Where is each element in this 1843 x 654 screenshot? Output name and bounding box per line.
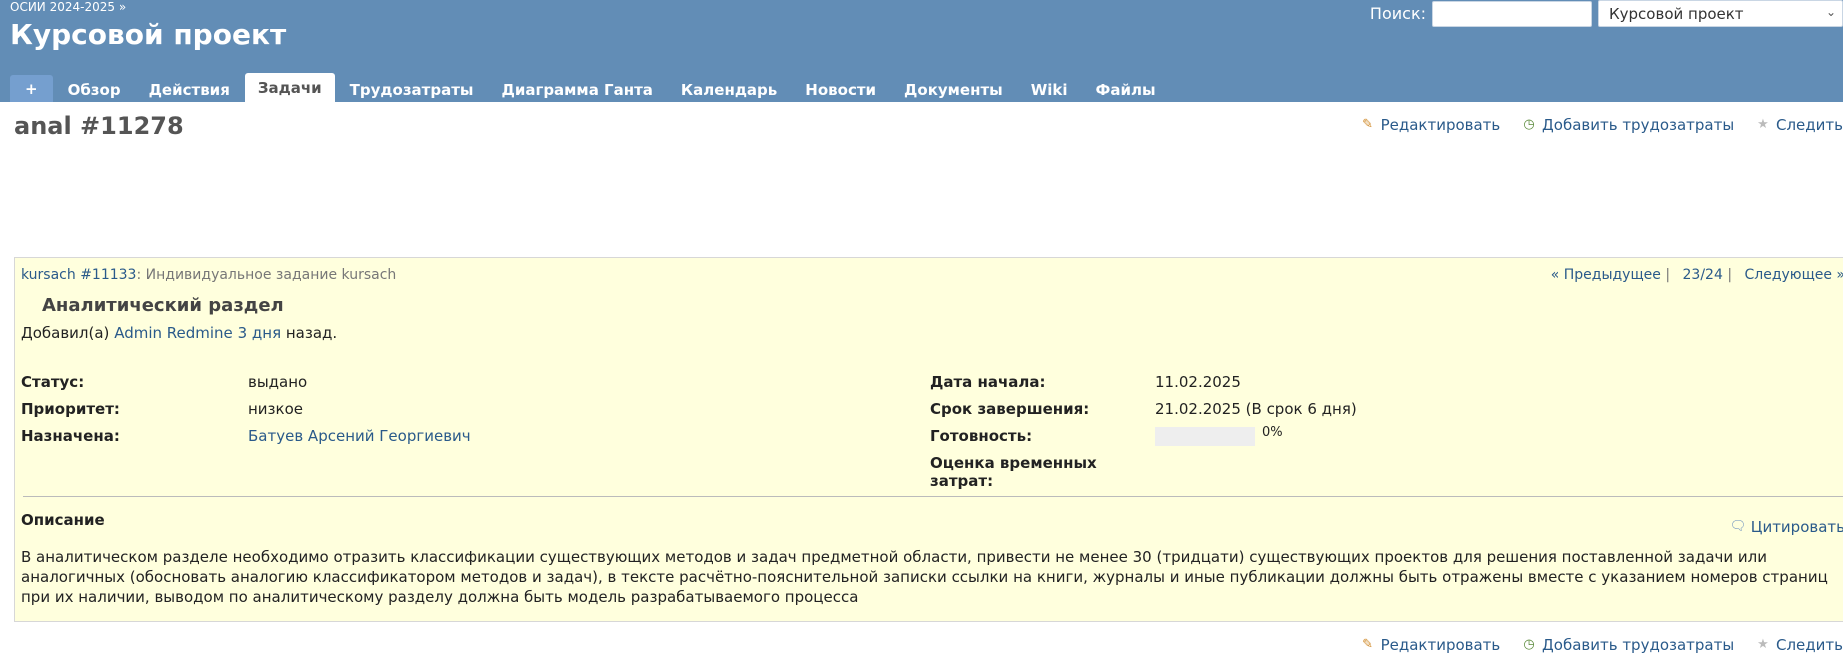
tab-files[interactable]: Файлы bbox=[1083, 76, 1169, 102]
author-link[interactable]: Admin Redmine bbox=[114, 324, 233, 342]
star-icon: ★ bbox=[1757, 117, 1769, 132]
due-date-value: 21.02.2025 (В срок 6 дня) bbox=[1155, 400, 1357, 418]
star-icon: ★ bbox=[1757, 637, 1769, 652]
parent-task-link[interactable]: kursach #11133 bbox=[21, 267, 136, 283]
pencil-icon: ✎ bbox=[1362, 117, 1374, 132]
quote-button[interactable]: 🗨 Цитировать bbox=[1730, 518, 1843, 536]
watch-label: Следить bbox=[1776, 116, 1843, 134]
tab-wiki[interactable]: Wiki bbox=[1018, 76, 1081, 102]
log-time-button[interactable]: ◷ Добавить трудозатраты bbox=[1521, 636, 1734, 654]
tab-activity[interactable]: Действия bbox=[136, 76, 243, 102]
tab-calendar[interactable]: Календарь bbox=[668, 76, 790, 102]
added-by-label: Добавил(а) bbox=[21, 324, 110, 342]
created-ago-link[interactable]: 3 дня bbox=[238, 324, 282, 342]
watch-button[interactable]: ★ Следить bbox=[1755, 636, 1843, 654]
edit-label: Редактировать bbox=[1380, 636, 1501, 654]
progress-bar bbox=[1155, 427, 1255, 446]
issue-actions-bottom: ✎ Редактировать ◷ Добавить трудозатраты … bbox=[1344, 634, 1843, 654]
estimated-time-label-line1: Оценка временных bbox=[930, 454, 1097, 472]
tab-overview[interactable]: Обзор bbox=[55, 76, 134, 102]
watch-button[interactable]: ★ Следить bbox=[1755, 116, 1843, 134]
parent-task: kursach #11133: Индивидуальное задание k… bbox=[21, 267, 396, 283]
next-issue-link[interactable]: Следующее » bbox=[1744, 267, 1843, 283]
tab-gantt[interactable]: Диаграмма Ганта bbox=[488, 76, 665, 102]
speech-bubble-icon: 🗨 bbox=[1729, 519, 1747, 534]
ago-suffix: назад. bbox=[285, 324, 338, 342]
clock-add-icon: ◷ bbox=[1523, 117, 1535, 132]
tab-time-entries[interactable]: Трудозатраты bbox=[337, 76, 487, 102]
edit-label: Редактировать bbox=[1380, 116, 1501, 134]
quick-search: Поиск: Курсовой проект ⌄ bbox=[1370, 0, 1843, 27]
start-date-value: 11.02.2025 bbox=[1155, 373, 1241, 391]
clock-add-icon: ◷ bbox=[1523, 637, 1535, 652]
log-time-button[interactable]: ◷ Добавить трудозатраты bbox=[1521, 116, 1734, 134]
main-menu: + Обзор Действия Задачи Трудозатраты Диа… bbox=[10, 73, 1171, 102]
nav-separator: | bbox=[1727, 267, 1733, 283]
quote-label: Цитировать bbox=[1750, 518, 1843, 536]
description-heading: Описание bbox=[21, 511, 105, 529]
prev-issue-link[interactable]: « Предыдущее bbox=[1551, 267, 1661, 283]
issue-navigation: « Предыдущее | 23/24 | Следующее » bbox=[1551, 267, 1843, 283]
breadcrumb[interactable]: ОСИИ 2024-2025 » bbox=[10, 0, 126, 14]
description-text: В аналитическом разделе необходимо отраз… bbox=[21, 548, 1828, 606]
done-ratio-value: 0% bbox=[1262, 425, 1283, 440]
issue-subject: Аналитический раздел bbox=[42, 295, 284, 316]
header: ОСИИ 2024-2025 » Курсовой проект Поиск: … bbox=[0, 0, 1843, 102]
status-label: Статус: bbox=[21, 373, 85, 391]
edit-button[interactable]: ✎ Редактировать bbox=[1360, 636, 1501, 654]
issue-title: anal #11278 bbox=[14, 112, 184, 140]
assignee-link[interactable]: Батуев Арсений Георгиевич bbox=[248, 427, 471, 445]
divider bbox=[23, 496, 1843, 497]
search-input[interactable] bbox=[1432, 0, 1592, 27]
issue-position: 23/24 bbox=[1682, 267, 1723, 283]
done-ratio-label: Готовность: bbox=[930, 427, 1033, 445]
tab-new[interactable]: + bbox=[10, 75, 53, 102]
watch-label: Следить bbox=[1776, 636, 1843, 654]
tab-documents[interactable]: Документы bbox=[891, 76, 1016, 102]
due-date-label: Срок завершения: bbox=[930, 400, 1090, 418]
project-jump-select[interactable]: Курсовой проект ⌄ bbox=[1598, 0, 1843, 27]
issue-actions-top: ✎ Редактировать ◷ Добавить трудозатраты … bbox=[1344, 114, 1843, 134]
priority-value: низкое bbox=[248, 400, 303, 418]
chevron-down-icon: ⌄ bbox=[1825, 5, 1836, 19]
search-label: Поиск: bbox=[1369, 4, 1426, 23]
estimated-time-label: Оценка временных затрат: bbox=[930, 454, 1097, 490]
tab-issues[interactable]: Задачи bbox=[244, 73, 335, 102]
issue-details: kursach #11133: Индивидуальное задание k… bbox=[14, 257, 1843, 622]
estimated-time-label-line2: затрат: bbox=[930, 472, 994, 490]
status-value: выдано bbox=[248, 373, 308, 391]
start-date-label: Дата начала: bbox=[930, 373, 1046, 391]
log-time-label: Добавить трудозатраты bbox=[1542, 636, 1735, 654]
tab-news[interactable]: Новости bbox=[792, 76, 889, 102]
edit-button[interactable]: ✎ Редактировать bbox=[1360, 116, 1501, 134]
pencil-icon: ✎ bbox=[1362, 637, 1374, 652]
assignee-label: Назначена: bbox=[21, 427, 120, 445]
log-time-label: Добавить трудозатраты bbox=[1542, 116, 1735, 134]
project-jump-value: Курсовой проект bbox=[1609, 5, 1744, 23]
project-title: Курсовой проект bbox=[10, 18, 287, 51]
parent-task-subject: : Индивидуальное задание kursach bbox=[136, 267, 397, 283]
nav-separator: | bbox=[1665, 267, 1671, 283]
priority-label: Приоритет: bbox=[21, 400, 120, 418]
author-line: Добавил(а) Admin Redmine 3 дня назад. bbox=[21, 324, 337, 342]
